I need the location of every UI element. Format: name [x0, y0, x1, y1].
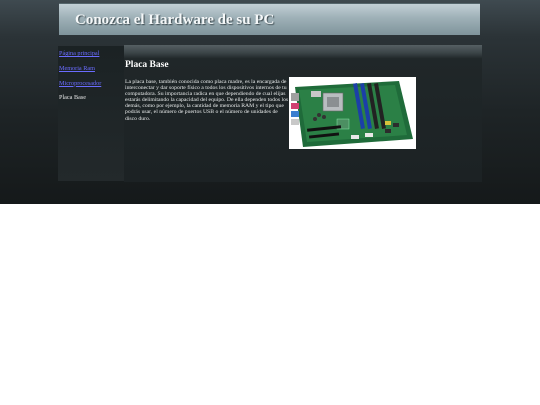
motherboard-illustration	[289, 77, 416, 149]
site-header: Conozca el Hardware de su PC	[59, 3, 480, 35]
nav-link-memoria-ram[interactable]: Memoria Ram	[59, 65, 101, 73]
section-heading: Placa Base	[125, 60, 169, 70]
nav-menu: Página principal Memoria Ram Microproces…	[59, 50, 101, 110]
nav-current-placa-base: Placa Base	[59, 94, 86, 102]
nav-link-pagina-principal[interactable]: Página principal	[59, 50, 101, 58]
motherboard-image	[289, 77, 416, 149]
sidebar: Página principal Memoria Ram Microproces…	[58, 46, 124, 181]
section-paragraph: La placa base, también conocida como pla…	[125, 79, 289, 122]
main-content: Placa Base La placa base, también conoci…	[124, 45, 482, 182]
nav-link-microprocesador[interactable]: Microprocesador	[59, 80, 101, 88]
site-title: Conozca el Hardware de su PC	[75, 12, 275, 28]
